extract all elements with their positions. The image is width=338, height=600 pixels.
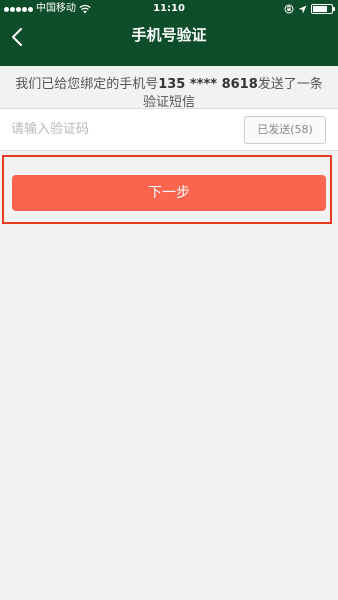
page-title: 手机号验证 [131, 26, 207, 44]
verification-code-input[interactable] [11, 110, 231, 149]
notice-prefix: 我们已给您绑定的手机号 [15, 77, 159, 92]
sms-sent-notice: 我们已给您绑定的手机号135 **** 8618发送了一条验证短信 [14, 66, 324, 112]
status-bar: 中国移动 11:10 [0, 0, 338, 18]
next-step-button[interactable]: 下一步 [12, 175, 326, 211]
rotation-lock-icon [284, 4, 294, 14]
location-arrow-icon [298, 5, 307, 13]
status-bar-right [284, 0, 335, 18]
battery-icon [311, 4, 335, 14]
header-bar: 中国移动 11:10 手机号验证 [0, 0, 338, 66]
navigation-bar: 手机号验证 [0, 18, 338, 66]
masked-phone-number: 135 **** 8618 [158, 77, 258, 92]
resend-code-button[interactable]: 已发送(58) [244, 116, 326, 144]
verification-code-row: 已发送(58) [0, 108, 338, 151]
